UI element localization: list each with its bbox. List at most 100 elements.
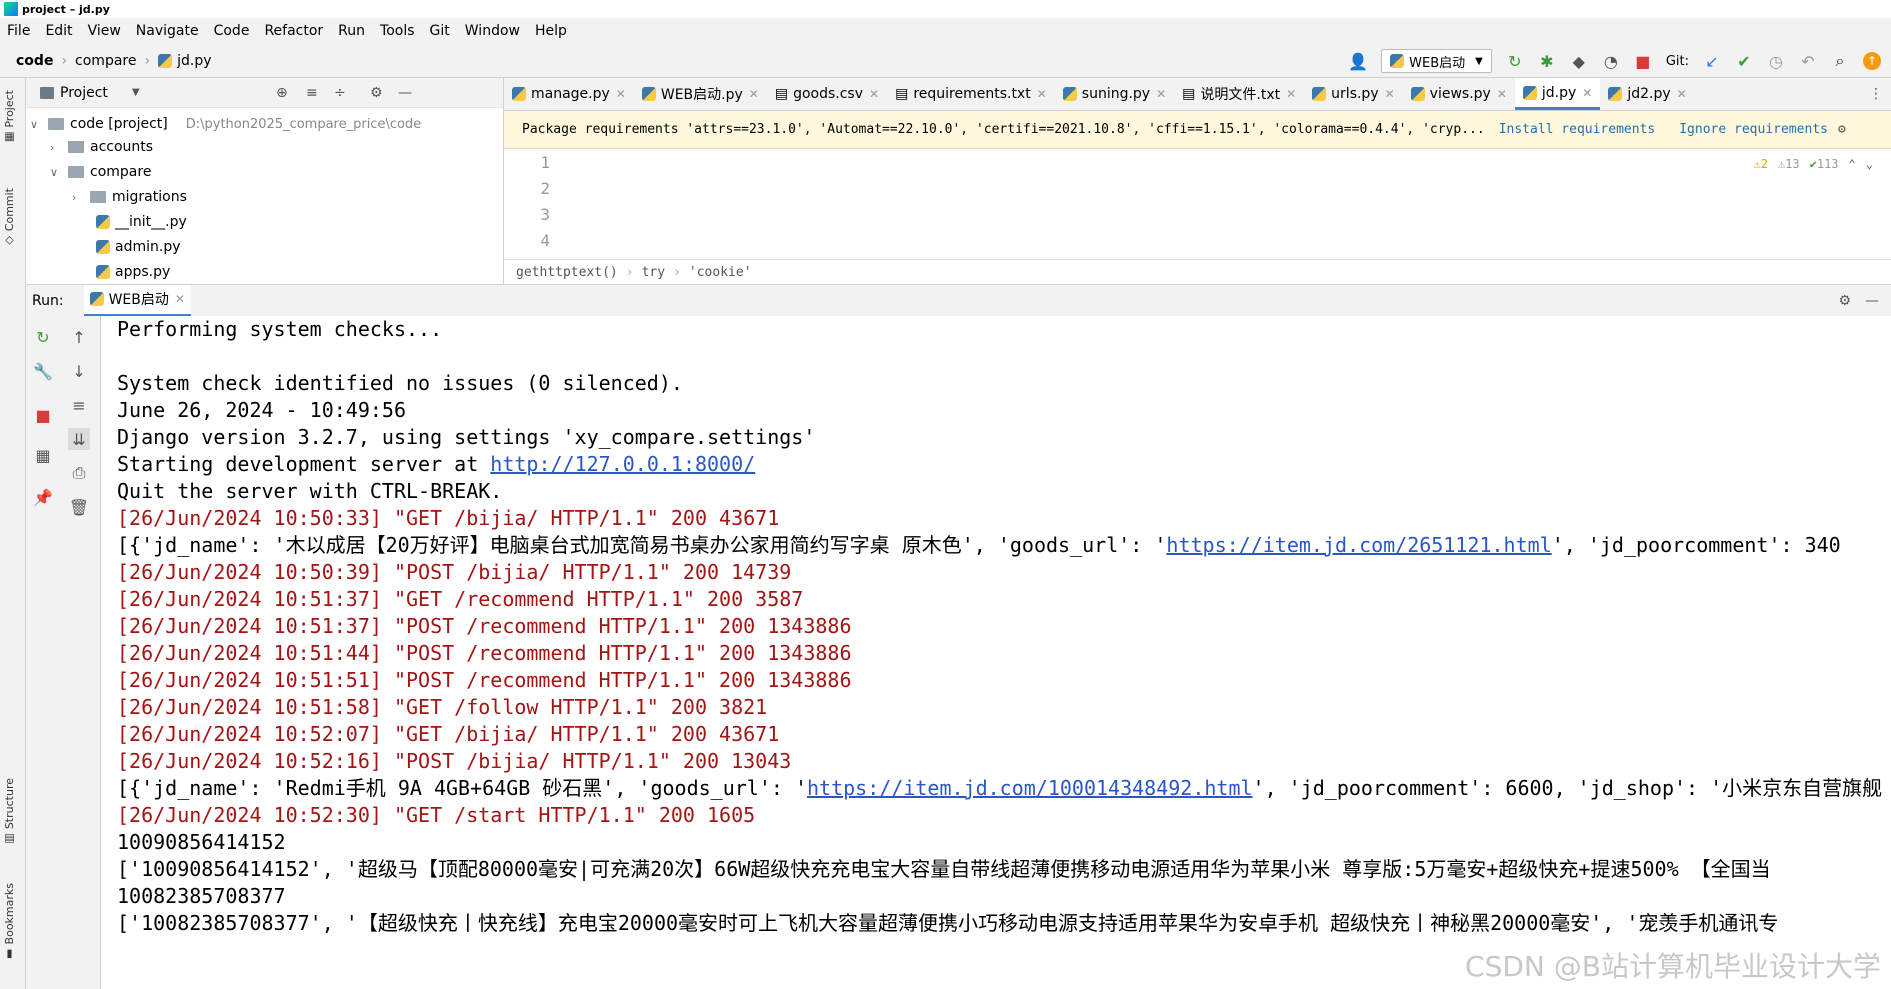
tab-goods-csv[interactable]: ▤ goods.csv ✕ bbox=[767, 78, 887, 110]
code-breadcrumb-key[interactable]: 'cookie' bbox=[689, 265, 752, 280]
coverage-icon[interactable]: ◆ bbox=[1570, 52, 1588, 71]
tree-item-migrations[interactable]: › migrations bbox=[72, 185, 187, 209]
commit-tool-tab[interactable]: ◇ Commit bbox=[3, 188, 16, 248]
debug-icon[interactable]: ✱ bbox=[1538, 52, 1556, 71]
tab-requirements[interactable]: ▤ requirements.txt ✕ bbox=[887, 78, 1055, 110]
gear-icon[interactable]: ⚙ bbox=[370, 85, 383, 101]
updates-icon[interactable]: ↑ bbox=[1863, 52, 1881, 70]
collapse-all-icon[interactable]: ÷ bbox=[334, 85, 346, 101]
print-icon[interactable]: ⎙ bbox=[68, 462, 90, 484]
code-editor[interactable]: 1 2 3 4 ⚠2 ⚠13 ✔113 ⌃ ⌄ bbox=[504, 149, 1891, 259]
close-icon[interactable]: ✕ bbox=[1582, 86, 1592, 100]
tree-item-init[interactable]: __init__.py bbox=[96, 210, 187, 234]
profile-icon[interactable]: ◔ bbox=[1602, 52, 1620, 71]
chevron-up-icon[interactable]: ⌃ bbox=[1849, 157, 1856, 171]
locate-icon[interactable]: ⊕ bbox=[276, 85, 288, 101]
code-breadcrumb-function[interactable]: gethttptext() bbox=[516, 265, 618, 280]
console-link[interactable]: http://127.0.0.1:8000/ bbox=[490, 452, 755, 476]
breadcrumb-root[interactable]: code bbox=[16, 53, 53, 69]
chevron-down-icon[interactable]: ▼ bbox=[132, 87, 140, 98]
breadcrumb-file[interactable]: jd.py bbox=[177, 53, 211, 69]
ignore-requirements-link[interactable]: Ignore requirements bbox=[1679, 122, 1828, 137]
tree-item-accounts[interactable]: › accounts bbox=[50, 135, 153, 159]
console-output[interactable]: Performing system checks... System check… bbox=[101, 316, 1891, 989]
tab-readme[interactable]: ▤ 说明文件.txt ✕ bbox=[1174, 78, 1304, 110]
pin-icon[interactable]: 📌 bbox=[32, 486, 54, 508]
tree-item-admin[interactable]: admin.py bbox=[96, 235, 181, 259]
python-file-icon bbox=[96, 215, 110, 229]
console-link[interactable]: https://item.jd.com/100014348492.html bbox=[807, 776, 1253, 800]
arrow-down-icon[interactable]: ↓ bbox=[68, 360, 90, 382]
menu-view[interactable]: View bbox=[81, 23, 129, 39]
install-requirements-link[interactable]: Install requirements bbox=[1499, 122, 1656, 137]
expand-all-icon[interactable]: ≡ bbox=[306, 85, 318, 101]
gear-icon[interactable]: ⚙ bbox=[1838, 293, 1851, 309]
close-icon[interactable]: ✕ bbox=[1286, 87, 1296, 101]
close-icon[interactable]: ✕ bbox=[1156, 87, 1166, 101]
menu-git[interactable]: Git bbox=[423, 23, 458, 39]
minimize-icon[interactable]: — bbox=[1865, 293, 1879, 309]
run-config-select[interactable]: WEB启动 ▼ bbox=[1381, 49, 1492, 73]
close-icon[interactable]: ✕ bbox=[869, 87, 879, 101]
code-breadcrumb-try[interactable]: try bbox=[642, 265, 665, 280]
chevron-down-icon: ∨ bbox=[50, 165, 59, 179]
menu-tools[interactable]: Tools bbox=[373, 23, 423, 39]
wrench-icon[interactable]: 🔧 bbox=[32, 360, 54, 382]
more-tabs-icon[interactable]: ⋮ bbox=[1869, 86, 1883, 102]
tree-item-apps[interactable]: apps.py bbox=[96, 260, 170, 284]
tree-item-compare[interactable]: ∨ compare bbox=[50, 160, 151, 184]
scroll-to-end-icon[interactable]: ⇊ bbox=[68, 428, 90, 450]
close-icon[interactable]: ✕ bbox=[749, 87, 759, 101]
menu-run[interactable]: Run bbox=[331, 23, 373, 39]
tab-urls[interactable]: urls.py ✕ bbox=[1304, 78, 1403, 110]
arrow-up-icon[interactable]: ↑ bbox=[68, 326, 90, 348]
search-icon[interactable]: ⌕ bbox=[1831, 51, 1849, 70]
console-link[interactable]: https://item.jd.com/2651121.html bbox=[1166, 533, 1551, 557]
menu-edit[interactable]: Edit bbox=[38, 23, 80, 39]
tree-item-root[interactable]: ∨ code [project] D:\python2025_compare_p… bbox=[30, 112, 421, 136]
structure-tool-tab[interactable]: ▤ Structure bbox=[3, 778, 16, 846]
project-panel-title[interactable]: Project bbox=[60, 85, 108, 101]
menu-file[interactable]: File bbox=[0, 23, 38, 39]
bookmarks-tool-tab[interactable]: ▮ Bookmarks bbox=[3, 883, 16, 961]
menu-code[interactable]: Code bbox=[207, 23, 258, 39]
tab-manage[interactable]: manage.py ✕ bbox=[504, 78, 634, 110]
rerun-icon[interactable]: ↻ bbox=[1506, 52, 1524, 71]
close-icon[interactable]: ✕ bbox=[1497, 87, 1507, 101]
stop-icon[interactable]: ■ bbox=[32, 404, 54, 426]
trash-icon[interactable]: 🗑 bbox=[68, 496, 90, 518]
rerun-icon[interactable]: ↻ bbox=[32, 326, 54, 348]
project-tool-tab[interactable]: ▦ Project bbox=[3, 90, 16, 144]
warning-count: 2 bbox=[1760, 157, 1768, 171]
menu-refactor[interactable]: Refactor bbox=[257, 23, 331, 39]
tab-jd[interactable]: jd.py ✕ bbox=[1514, 78, 1601, 110]
git-update-icon[interactable]: ↙ bbox=[1703, 52, 1721, 71]
close-icon[interactable]: ✕ bbox=[1677, 87, 1687, 101]
close-icon[interactable]: ✕ bbox=[175, 292, 185, 306]
gear-icon[interactable]: ⚙ bbox=[1838, 122, 1846, 137]
minimize-icon[interactable]: — bbox=[398, 85, 412, 101]
menu-window[interactable]: Window bbox=[458, 23, 528, 39]
close-icon[interactable]: ✕ bbox=[616, 87, 626, 101]
run-tab-web-start[interactable]: WEB启动 ✕ bbox=[83, 284, 191, 317]
history-icon[interactable]: ◷ bbox=[1767, 52, 1785, 71]
user-icon[interactable]: 👤 bbox=[1348, 52, 1368, 71]
close-icon[interactable]: ✕ bbox=[1037, 87, 1047, 101]
tab-web-start[interactable]: WEB启动.py ✕ bbox=[634, 78, 767, 110]
inspection-widget[interactable]: ⚠2 ⚠13 ✔113 ⌃ ⌄ bbox=[1753, 157, 1873, 171]
layout-icon[interactable]: ▦ bbox=[32, 444, 54, 466]
soft-wrap-icon[interactable]: ≡ bbox=[68, 394, 90, 416]
breadcrumb-folder[interactable]: compare bbox=[75, 53, 136, 69]
tab-views[interactable]: views.py ✕ bbox=[1403, 78, 1515, 110]
tab-jd2[interactable]: jd2.py ✕ bbox=[1600, 78, 1694, 110]
tree-item-label: admin.py bbox=[115, 239, 181, 255]
chevron-down-icon[interactable]: ⌄ bbox=[1866, 157, 1873, 171]
close-icon[interactable]: ✕ bbox=[1385, 87, 1395, 101]
menu-navigate[interactable]: Navigate bbox=[129, 23, 207, 39]
breadcrumb: code › compare › jd.py bbox=[0, 53, 212, 69]
tab-suning[interactable]: suning.py ✕ bbox=[1055, 78, 1174, 110]
rollback-icon[interactable]: ↶ bbox=[1799, 52, 1817, 71]
menu-help[interactable]: Help bbox=[528, 23, 575, 39]
git-commit-icon[interactable]: ✔ bbox=[1735, 52, 1753, 71]
stop-icon[interactable]: ■ bbox=[1634, 52, 1652, 71]
